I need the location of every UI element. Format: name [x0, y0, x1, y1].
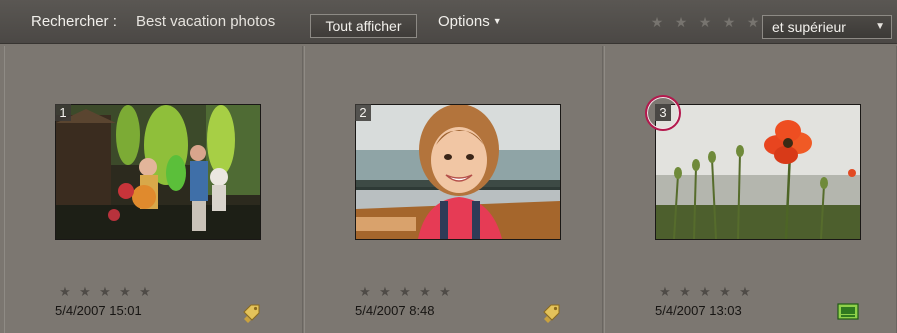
- media-icon[interactable]: [837, 303, 859, 320]
- photo-rating-stars: ★ ★ ★ ★ ★: [355, 283, 455, 299]
- star-icon[interactable]: ★: [415, 284, 435, 300]
- star-icon[interactable]: ★: [695, 284, 715, 300]
- rating-star-3[interactable]: ★: [693, 0, 717, 44]
- options-label: Options: [438, 13, 490, 30]
- photo-browser: Rechercher : Best vacation photos Tout a…: [0, 0, 897, 333]
- star-icon[interactable]: ★: [435, 284, 455, 300]
- photo-date: 5/4/2007 13:03: [655, 303, 742, 318]
- photo-date: 5/4/2007 8:48: [355, 303, 435, 318]
- photo-thumbnail[interactable]: [655, 104, 861, 240]
- star-icon[interactable]: ★: [115, 284, 135, 300]
- star-icon[interactable]: ★: [75, 284, 95, 300]
- search-query: Best vacation photos: [136, 13, 276, 30]
- chevron-down-icon: ▼: [875, 21, 885, 32]
- tag-icon[interactable]: [241, 304, 261, 324]
- star-icon[interactable]: ★: [355, 284, 375, 300]
- star-icon[interactable]: ★: [715, 284, 735, 300]
- star-icon[interactable]: ★: [375, 284, 395, 300]
- show-all-button[interactable]: Tout afficher: [310, 14, 417, 38]
- rating-filter-stars: ★ ★ ★ ★ ★: [645, 0, 765, 44]
- star-icon[interactable]: ★: [655, 284, 675, 300]
- star-icon[interactable]: ★: [735, 284, 755, 300]
- rating-comparison-select[interactable]: et supérieur ▼: [762, 15, 892, 39]
- photo-thumbnail[interactable]: [355, 104, 561, 240]
- photo-rating-stars: ★ ★ ★ ★ ★: [655, 283, 755, 299]
- photo-cell[interactable]: 2 ★ ★ ★ ★ ★ 5/4/2007 8:48: [304, 46, 603, 333]
- photo-rating-stars: ★ ★ ★ ★ ★: [55, 283, 155, 299]
- photo-grid: 1 ★ ★ ★ ★ ★ 5/4/2007 15:01 2 ★ ★ ★ ★ ★ 5…: [4, 46, 897, 333]
- rating-select-value: et supérieur: [772, 19, 846, 35]
- photo-date: 5/4/2007 15:01: [55, 303, 142, 318]
- rating-star-1[interactable]: ★: [645, 0, 669, 44]
- photo-number-badge: 2: [355, 104, 371, 121]
- tag-icon[interactable]: [541, 304, 561, 324]
- photo-number-badge: 1: [55, 104, 71, 121]
- star-icon[interactable]: ★: [55, 284, 75, 300]
- star-icon[interactable]: ★: [675, 284, 695, 300]
- rating-star-2[interactable]: ★: [669, 0, 693, 44]
- search-label: Rechercher :: [31, 13, 117, 30]
- photo-number-badge: 3: [655, 104, 671, 121]
- photo-smiling-girl: [356, 105, 560, 239]
- photo-red-poppy: [656, 105, 860, 239]
- star-icon[interactable]: ★: [395, 284, 415, 300]
- chevron-down-icon: ▼: [492, 16, 502, 26]
- photo-thumbnail[interactable]: [55, 104, 261, 240]
- search-toolbar: Rechercher : Best vacation photos Tout a…: [0, 0, 897, 44]
- star-icon[interactable]: ★: [135, 284, 155, 300]
- star-icon[interactable]: ★: [95, 284, 115, 300]
- photo-cell[interactable]: 1 ★ ★ ★ ★ ★ 5/4/2007 15:01: [4, 46, 303, 333]
- photo-kids-costumes: [56, 105, 260, 239]
- photo-cell[interactable]: 3 ★ ★ ★ ★ ★ 5/4/2007 13:03: [604, 46, 897, 333]
- rating-star-4[interactable]: ★: [717, 0, 741, 44]
- options-menu[interactable]: Options ▼: [438, 0, 502, 44]
